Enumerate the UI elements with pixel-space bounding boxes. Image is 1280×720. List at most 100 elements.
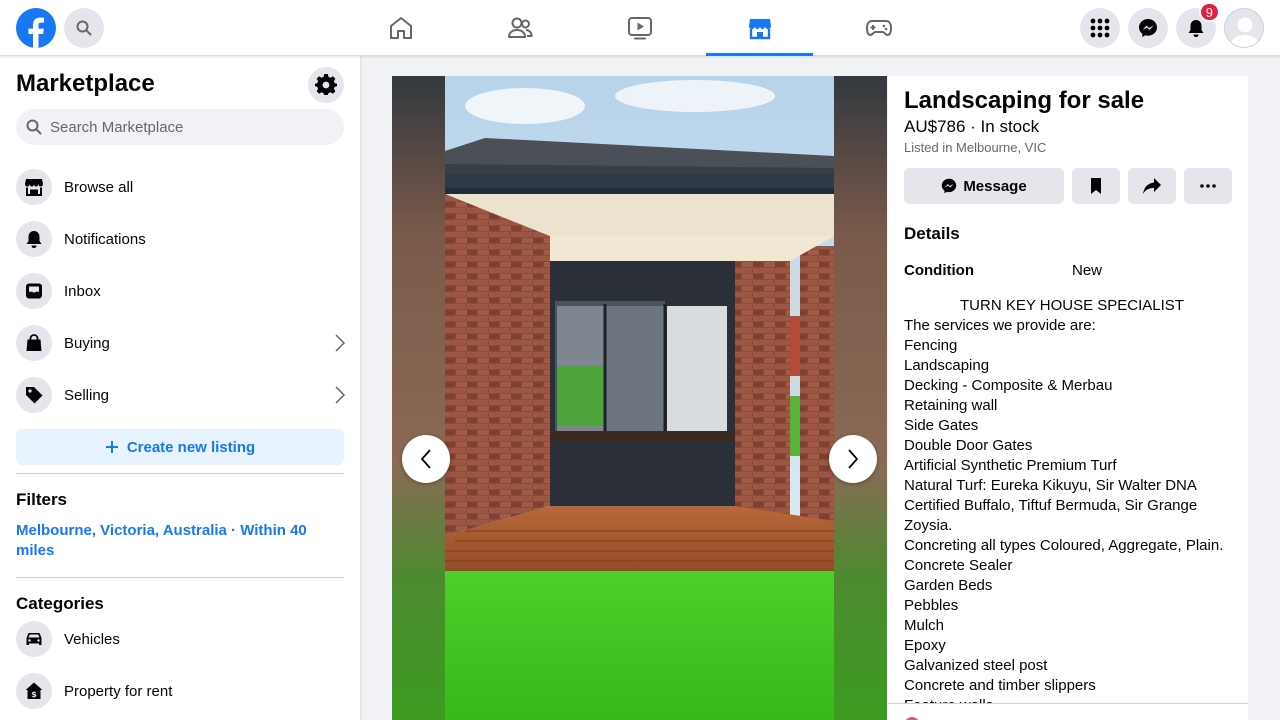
more-options-button[interactable] (1184, 168, 1232, 204)
gear-icon (315, 74, 337, 95)
sidebar-item-label: Selling (64, 386, 110, 404)
facebook-logo-icon[interactable] (16, 8, 56, 48)
description-line: Garden Beds (904, 577, 993, 594)
plus-icon (105, 441, 118, 453)
category-label: Property for rent (64, 682, 173, 700)
condition-label: Condition (904, 262, 974, 279)
description-line: Epoxy (904, 637, 946, 654)
description-line: Retaining wall (904, 397, 998, 414)
message-button[interactable]: Message (904, 168, 1064, 204)
marketplace-search-bar[interactable] (16, 109, 344, 145)
description-line: Concrete and timber slippers (904, 677, 1096, 694)
messenger-icon (942, 178, 957, 194)
filters-title: Filters (16, 490, 68, 509)
default-avatar-icon (1225, 9, 1263, 47)
description-line: Side Gates (904, 417, 979, 434)
listing-location: Listed in Melbourne, VIC (904, 140, 1047, 155)
car-icon (16, 621, 52, 657)
description-line: Pebbles (904, 597, 959, 614)
share-button[interactable] (1128, 168, 1176, 204)
create-new-listing-button[interactable]: Create new listing (16, 429, 344, 465)
create-listing-label: Create new listing (126, 438, 256, 456)
listing-photo-viewer (392, 76, 887, 720)
description-line: Concrete Sealer (904, 557, 1013, 574)
description-line: Artificial Synthetic Premium Turf (904, 457, 1117, 474)
share-icon (1143, 178, 1161, 194)
house-dollar-icon: $ (16, 673, 52, 709)
messenger-icon (1139, 19, 1157, 37)
description-line: The services we provide are: (904, 317, 1096, 334)
description-line: Natural Turf: Eureka Kikuyu, Sir Walter … (904, 477, 1198, 534)
settings-button[interactable] (308, 67, 344, 103)
save-button[interactable] (1072, 168, 1120, 204)
listing-price: AU$786 · In stock (904, 117, 1040, 136)
chevron-left-icon (420, 449, 431, 469)
search-icon (76, 20, 92, 36)
description-line: Mulch (904, 617, 945, 634)
category-label: Vehicles (64, 630, 120, 648)
sidebar-item-buying[interactable]: Buying (8, 317, 352, 369)
location-filter-link[interactable]: Melbourne, Victoria, Australia · Within … (16, 521, 336, 561)
chevron-right-icon (335, 386, 346, 404)
bell-icon (16, 221, 52, 257)
top-navigation-bar: 9 (0, 0, 1280, 56)
tab-home[interactable] (347, 0, 454, 56)
next-photo-button[interactable] (829, 435, 877, 483)
home-icon (389, 17, 412, 39)
description-line: Concreting all types Coloured, Aggregate… (904, 537, 1224, 554)
tab-friends[interactable] (466, 0, 573, 56)
previous-photo-button[interactable] (402, 435, 450, 483)
price-tag-icon (16, 377, 52, 413)
marketplace-sidebar: Marketplace Browse all Notifications Inb… (0, 56, 360, 720)
description-line: Landscaping (904, 357, 990, 374)
search-icon (26, 119, 42, 135)
friends-icon (507, 17, 533, 38)
inbox-icon (16, 273, 52, 309)
listing-photo (392, 76, 887, 720)
chevron-right-icon (848, 449, 859, 469)
search-input[interactable] (50, 118, 330, 136)
sidebar-item-label: Inbox (64, 282, 101, 300)
sidebar-title: Marketplace (16, 70, 155, 97)
description-line: Decking - Composite & Merbau (904, 377, 1113, 394)
sidebar-item-label: Notifications (64, 230, 146, 248)
bell-icon (1188, 20, 1204, 37)
notifications-button[interactable]: 9 (1176, 2, 1220, 48)
categories-title: Categories (16, 594, 104, 613)
sidebar-item-label: Browse all (64, 178, 134, 196)
message-label: Message (963, 177, 1027, 195)
grid-menu-icon (1090, 18, 1110, 38)
gamepad-icon (865, 20, 892, 37)
svg-text:$: $ (31, 690, 37, 699)
sidebar-item-browse-all[interactable]: Browse all (8, 161, 352, 213)
condition-value: New (1072, 262, 1103, 279)
sidebar-item-notifications[interactable]: Notifications (8, 213, 352, 265)
profile-avatar[interactable] (1224, 8, 1264, 48)
sidebar-item-inbox[interactable]: Inbox (8, 265, 352, 317)
listing-description: TURN KEY HOUSE SPECIALIST The services w… (904, 296, 1240, 716)
description-line: Fencing (904, 337, 958, 354)
bookmark-icon (1091, 178, 1101, 194)
description-line: Galvanized steel post (904, 657, 1048, 674)
seller-section-divider (888, 703, 1248, 720)
shopping-bag-icon (16, 325, 52, 361)
divider (16, 577, 344, 578)
description-heading: TURN KEY HOUSE SPECIALIST (960, 297, 1184, 314)
tab-gaming[interactable] (825, 0, 932, 56)
tab-marketplace[interactable] (706, 0, 813, 56)
chevron-right-icon (335, 334, 346, 352)
menu-button[interactable] (1080, 8, 1120, 48)
video-icon (627, 17, 652, 40)
details-heading: Details (904, 224, 960, 243)
search-button[interactable] (64, 8, 104, 48)
sidebar-item-selling[interactable]: Selling (8, 369, 352, 421)
notification-count-badge: 9 (1198, 2, 1220, 22)
listing-title: Landscaping for sale (904, 87, 1145, 114)
messenger-button[interactable] (1128, 8, 1168, 48)
marketplace-icon (748, 19, 771, 40)
storefront-icon (16, 169, 52, 205)
description-line: Double Door Gates (904, 437, 1033, 454)
category-vehicles[interactable]: Vehicles (8, 613, 352, 665)
category-property-for-rent[interactable]: $ Property for rent (8, 665, 352, 717)
tab-watch[interactable] (586, 0, 693, 56)
